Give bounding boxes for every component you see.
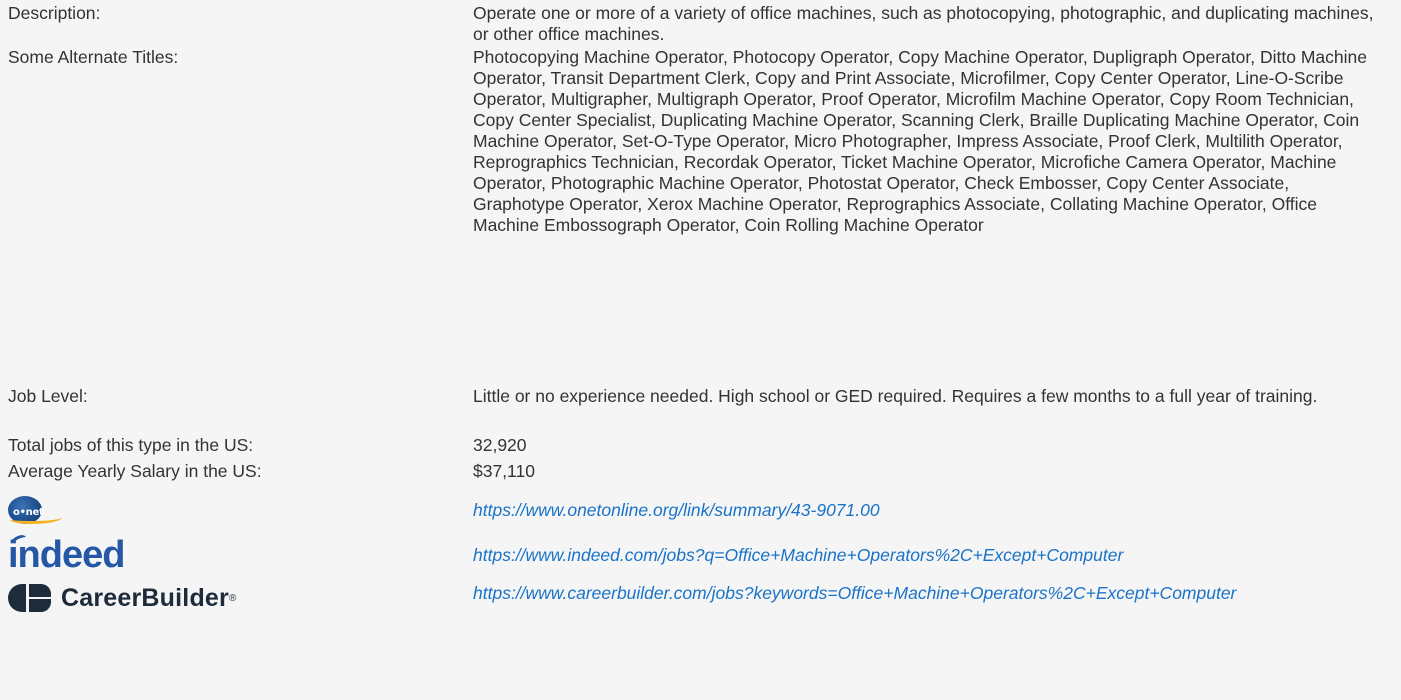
onet-logo-text: o•net [13,507,44,518]
onet-logo: o•net [8,495,62,525]
job-level-value: Little or no experience needed. High sch… [473,386,1318,406]
description-label: Description: [8,3,101,23]
alternate-titles-label: Some Alternate Titles: [8,47,179,67]
careerbuilder-logo-text: CareerBuilder [61,583,229,612]
indeed-logo-cell: indeed [8,533,473,575]
alternate-titles-row: Some Alternate Titles: Photocopying Mach… [8,47,1393,385]
salary-label: Average Yearly Salary in the US: [8,461,262,481]
onet-link-row: o•net https://www.onetonline.org/link/su… [8,491,1393,529]
indeed-logo: indeed [8,533,125,575]
total-jobs-row: Total jobs of this type in the US: 32,92… [8,435,1393,459]
indeed-link[interactable]: https://www.indeed.com/jobs?q=Office+Mac… [473,545,1123,565]
salary-value: $37,110 [473,461,535,481]
job-level-label: Job Level: [8,386,88,406]
careerbuilder-link[interactable]: https://www.careerbuilder.com/jobs?keywo… [473,583,1236,603]
careerbuilder-link-row: CareerBuilder ® https://www.careerbuilder… [8,579,1393,623]
careerbuilder-logo-cell: CareerBuilder ® [8,579,473,615]
total-jobs-label: Total jobs of this type in the US: [8,435,254,455]
careerbuilder-mark-icon [8,584,51,612]
indeed-link-row: indeed https://www.indeed.com/jobs?q=Off… [8,533,1393,575]
job-details-table: Description: Operate one or more of a va… [8,0,1393,623]
total-jobs-value: 32,920 [473,435,527,455]
careerbuilder-registered-mark: ® [228,592,237,604]
description-value: Operate one or more of a variety of offi… [473,3,1374,44]
careerbuilder-logo: CareerBuilder ® [8,581,236,615]
onet-logo-cell: o•net [8,495,473,525]
description-row: Description: Operate one or more of a va… [8,3,1393,46]
alternate-titles-value: Photocopying Machine Operator, Photocopy… [473,47,1367,235]
salary-row: Average Yearly Salary in the US: $37,110 [8,461,1393,485]
onet-link[interactable]: https://www.onetonline.org/link/summary/… [473,500,880,520]
job-level-row: Job Level: Little or no experience neede… [8,386,1393,429]
